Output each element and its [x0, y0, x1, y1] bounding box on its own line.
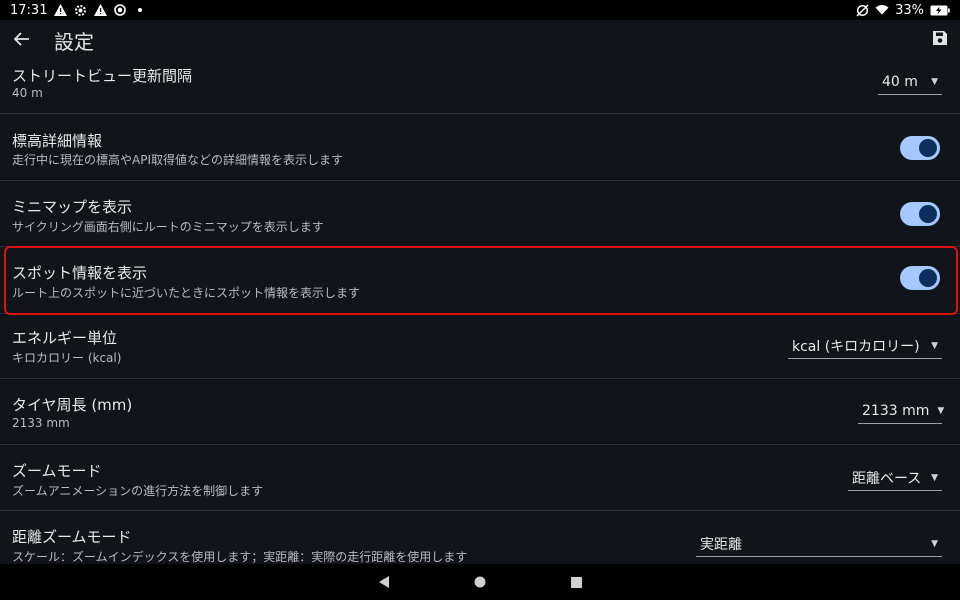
setting-subtitle: 走行中に現在の標高やAPI取得値などの詳細情報を表示します — [12, 153, 343, 167]
status-bar-right: 33% — [855, 3, 950, 18]
warning-icon — [53, 3, 67, 17]
record-icon — [113, 3, 127, 17]
streetview-interval-dropdown[interactable]: 40 m ▼ — [878, 69, 942, 95]
setting-title: タイヤ周長 (mm) — [12, 396, 133, 414]
battery-charging-icon — [930, 3, 950, 17]
chevron-down-icon: ▼ — [937, 405, 945, 416]
nav-home-button[interactable] — [468, 570, 492, 594]
toggle-knob — [919, 269, 937, 287]
setting-subtitle: 2133 mm — [12, 416, 70, 430]
setting-subtitle: 40 m — [12, 86, 43, 100]
chevron-down-icon: ▼ — [931, 472, 938, 483]
dropdown-value: 2133 mm — [862, 402, 930, 419]
app-bar: 設定 — [0, 20, 960, 60]
setting-title: 距離ズームモード — [12, 528, 132, 546]
setting-subtitle: サイクリング画面右側にルートのミニマップを表示します — [12, 220, 324, 234]
setting-energy-unit[interactable]: エネルギー単位 キロカロリー (kcal) kcal (キロカロリー) ▼ — [0, 314, 960, 379]
setting-zoom-mode[interactable]: ズームモード ズームアニメーションの進行方法を制御します 距離ベース ▼ — [0, 445, 960, 511]
setting-minimap[interactable]: ミニマップを表示 サイクリング画面右側にルートのミニマップを表示します — [0, 181, 960, 247]
arrow-left-icon — [13, 31, 30, 50]
distance-zoom-mode-dropdown[interactable]: 実距離 ▼ — [696, 531, 942, 557]
elevation-detail-toggle[interactable] — [900, 136, 940, 160]
chevron-down-icon: ▼ — [931, 538, 938, 549]
setting-spot-info[interactable]: スポット情報を表示 ルート上のスポットに近づいたときにスポット情報を表示します — [0, 247, 960, 314]
setting-subtitle: キロカロリー (kcal) — [12, 351, 122, 365]
minimap-toggle[interactable] — [900, 202, 940, 226]
setting-title: スポット情報を表示 — [12, 264, 148, 282]
navigation-bar — [0, 564, 960, 600]
warning-icon — [93, 3, 107, 17]
zoom-mode-dropdown[interactable]: 距離ベース ▼ — [848, 465, 942, 491]
spot-info-toggle[interactable] — [900, 266, 940, 290]
nav-recents-button[interactable] — [564, 570, 588, 594]
back-button[interactable] — [0, 20, 44, 60]
setting-title: ズームモード — [12, 462, 102, 480]
status-time: 17:31 — [10, 2, 48, 18]
setting-subtitle: スケール：ズームインデックスを使用します；実距離：実際の走行距離を使用します — [12, 550, 468, 564]
dropdown-value: kcal (キロカロリー) — [792, 338, 920, 355]
setting-subtitle: ズームアニメーションの進行方法を制御します — [12, 484, 264, 498]
nav-back-icon — [378, 573, 390, 592]
setting-elevation-detail[interactable]: 標高詳細情報 走行中に現在の標高やAPI取得値などの詳細情報を表示します — [0, 114, 960, 181]
energy-unit-dropdown[interactable]: kcal (キロカロリー) ▼ — [788, 333, 942, 359]
toggle-knob — [919, 205, 937, 223]
toggle-knob — [919, 139, 937, 157]
dropdown-value: 距離ベース — [852, 470, 922, 487]
dropdown-value: 実距離 — [700, 536, 742, 553]
save-icon — [932, 30, 948, 50]
setting-subtitle: ルート上のスポットに近づいたときにスポット情報を表示します — [12, 286, 361, 300]
setting-title: 標高詳細情報 — [12, 132, 103, 150]
battery-percent: 33% — [895, 2, 924, 18]
status-bar: 17:31 33% — [0, 0, 960, 20]
nav-recents-icon — [570, 573, 582, 592]
setting-streetview-interval[interactable]: ストリートビュー更新間隔 40 m 40 m ▼ — [0, 60, 960, 114]
gear-icon — [73, 3, 87, 17]
save-button[interactable] — [928, 28, 952, 52]
chevron-down-icon: ▼ — [931, 340, 938, 351]
setting-distance-zoom-mode[interactable]: 距離ズームモード スケール：ズームインデックスを使用します；実距離：実際の走行距… — [0, 511, 960, 564]
setting-tire-circumference[interactable]: タイヤ周長 (mm) 2133 mm 2133 mm ▼ — [0, 379, 960, 445]
nav-home-icon — [474, 573, 486, 592]
tire-circumference-dropdown[interactable]: 2133 mm ▼ — [858, 398, 945, 424]
dropdown-value: 40 m — [882, 73, 918, 90]
dot-icon — [133, 3, 147, 17]
chevron-down-icon: ▼ — [931, 76, 938, 87]
no-sync-icon — [855, 3, 869, 17]
setting-title: ストリートビュー更新間隔 — [12, 67, 193, 85]
wifi-icon — [875, 3, 889, 17]
settings-list[interactable]: ストリートビュー更新間隔 40 m 40 m ▼ 標高詳細情報 走行中に現在の標… — [0, 60, 960, 564]
nav-back-button[interactable] — [372, 570, 396, 594]
setting-title: ミニマップを表示 — [12, 198, 133, 216]
setting-title: エネルギー単位 — [12, 329, 118, 347]
page-title: 設定 — [54, 29, 94, 54]
status-bar-left: 17:31 — [10, 3, 147, 18]
